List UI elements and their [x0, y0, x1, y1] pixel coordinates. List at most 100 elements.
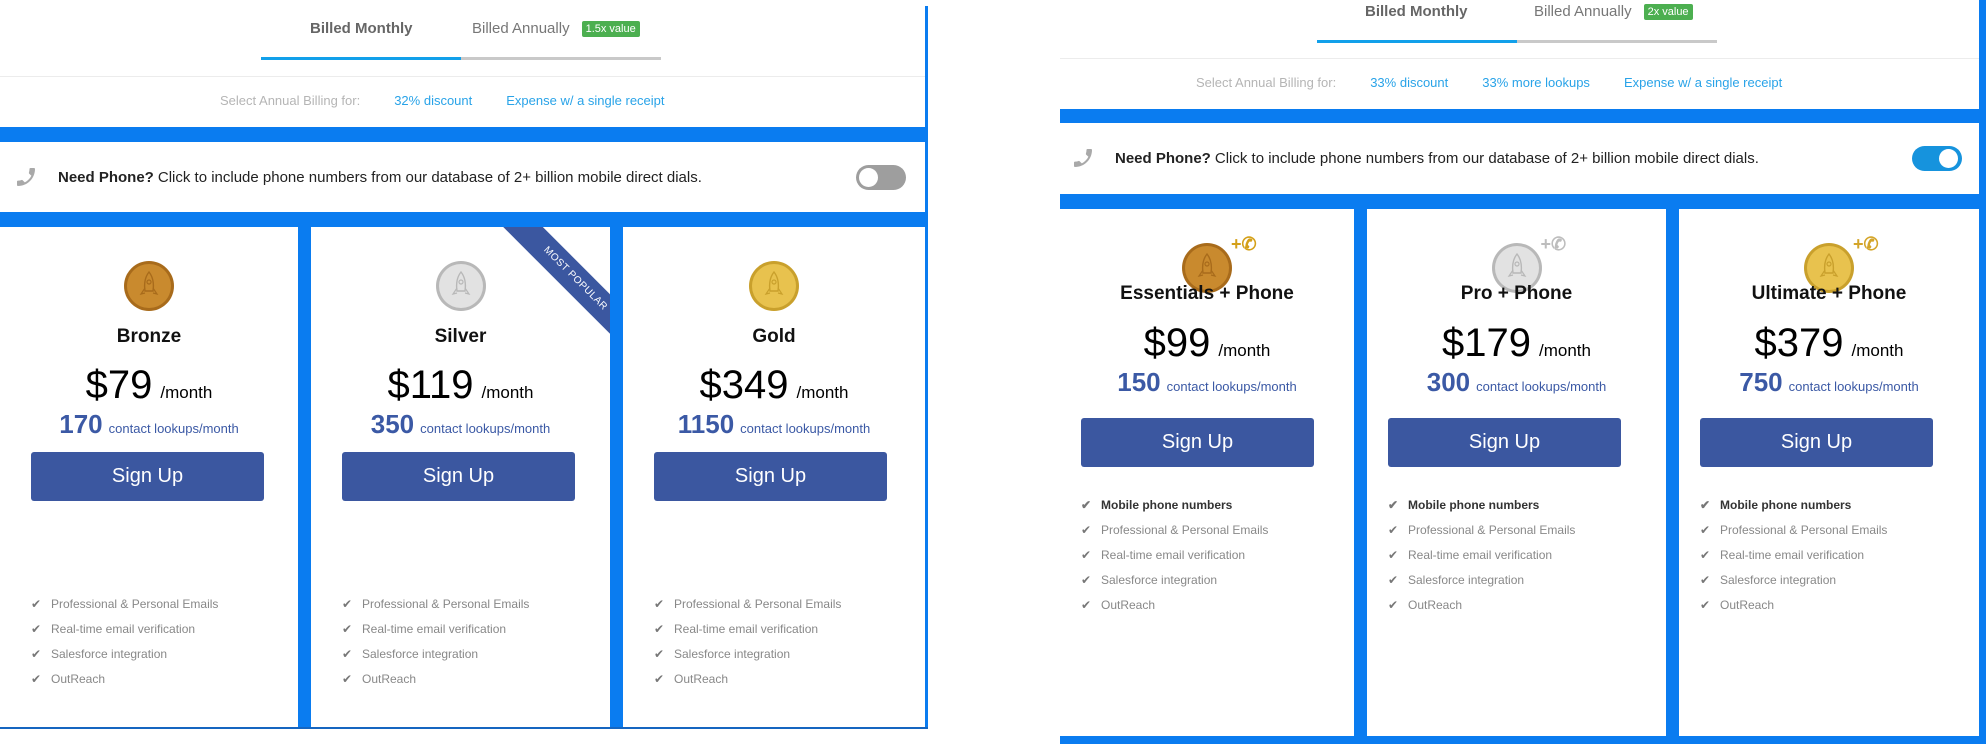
tab-billed-monthly[interactable]: Billed Monthly: [310, 20, 413, 37]
feature-label: Mobile phone numbers: [1720, 497, 1852, 512]
check-icon: ✔: [31, 621, 42, 636]
card-gap: [1666, 209, 1679, 744]
check-icon: ✔: [1388, 497, 1399, 512]
tab-billed-annually[interactable]: Billed Annually 1.5x value: [472, 20, 640, 37]
tab-underline-inactive: [1517, 40, 1717, 43]
link-more-lookups[interactable]: 33% more lookups: [1482, 75, 1590, 90]
feature-list: ✔ Professional & Personal Emails ✔ Real-tim…: [31, 591, 218, 691]
feature-item: ✔ Mobile phone numbers: [1081, 492, 1268, 517]
check-icon: ✔: [31, 596, 42, 611]
phone-icon: [17, 168, 35, 186]
plan-lookups: 750 contact lookups/month: [1679, 367, 1979, 398]
feature-label: OutReach: [51, 671, 106, 686]
feature-label: Professional & Personal Emails: [1408, 522, 1576, 537]
tab-billed-monthly[interactable]: Billed Monthly: [1365, 3, 1468, 20]
feature-item: ✔ OutReach: [31, 666, 218, 691]
feature-item: ✔ Salesforce integration: [1081, 567, 1268, 592]
feature-label: Real-time email verification: [362, 621, 507, 636]
feature-item: ✔ OutReach: [1081, 592, 1268, 617]
link-single-receipt[interactable]: Expense w/ a single receipt: [506, 93, 664, 108]
silver-coin-icon: [435, 261, 486, 311]
plan-name: Ultimate + Phone: [1751, 283, 1907, 304]
toggle-knob: [1939, 149, 1958, 168]
link-single-receipt[interactable]: Expense w/ a single receipt: [1624, 75, 1782, 90]
feature-list: ✔ Mobile phone numbers ✔ Professional & Per…: [1388, 492, 1575, 617]
feature-item: ✔ Real-time email verification: [1388, 542, 1575, 567]
sign-up-button[interactable]: Sign Up: [31, 452, 264, 501]
feature-label: Real-time email verification: [1720, 547, 1865, 562]
plan-price: $99/month: [1060, 321, 1354, 366]
toggle-knob: [859, 168, 878, 187]
band: [1060, 109, 1986, 123]
feature-label: OutReach: [1101, 597, 1156, 612]
need-phone-label: Need Phone?: [58, 168, 154, 186]
feature-list: ✔ Professional & Personal Emails ✔ Real-tim…: [342, 591, 529, 691]
feature-item: ✔ Professional & Personal Emails: [1700, 517, 1887, 542]
check-icon: ✔: [1081, 572, 1092, 587]
sign-up-button[interactable]: Sign Up: [1388, 418, 1621, 467]
price-amount: $79: [85, 363, 153, 407]
feature-label: Real-time email verification: [1101, 547, 1246, 562]
check-icon: ✔: [1081, 547, 1092, 562]
plan-lookups: 150 contact lookups/month: [1060, 367, 1354, 398]
band: [0, 212, 928, 227]
phone-toggle[interactable]: [856, 165, 906, 190]
check-icon: ✔: [1081, 522, 1092, 537]
price-amount: $179: [1442, 321, 1531, 365]
price-amount: $349: [699, 363, 789, 407]
plus-phone-icon: +✆: [1231, 234, 1257, 254]
feature-label: Real-time email verification: [1408, 547, 1553, 562]
feature-item: ✔ OutReach: [1388, 592, 1575, 617]
lookups-label: contact lookups/month: [1166, 379, 1297, 394]
feature-label: OutReach: [1720, 597, 1775, 612]
price-amount: $99: [1143, 321, 1211, 365]
feature-item: ✔ OutReach: [342, 666, 529, 691]
gold-coin-icon: [749, 261, 799, 311]
link-discount[interactable]: 33% discount: [1370, 75, 1448, 90]
check-icon: ✔: [1388, 522, 1399, 537]
tab-underline-active: [261, 57, 461, 60]
panel-edge: [925, 6, 928, 729]
feature-label: OutReach: [1408, 597, 1463, 612]
check-icon: ✔: [1388, 547, 1399, 562]
sign-up-button[interactable]: Sign Up: [342, 452, 575, 501]
feature-item: ✔ Salesforce integration: [1388, 567, 1575, 592]
plus-phone-icon: +✆: [1540, 234, 1567, 254]
lookups-count: 300: [1426, 367, 1471, 397]
feature-label: Professional & Personal Emails: [674, 596, 842, 611]
check-icon: ✔: [342, 621, 353, 636]
feature-item: ✔ Salesforce integration: [1700, 567, 1887, 592]
phone-toggle[interactable]: [1912, 146, 1962, 171]
plan-card-silver: Silver $119/month 350 contact lookups/month…: [311, 227, 610, 727]
plan-card-gold: Gold $349/month 1150 contact lookups/month S…: [623, 227, 925, 727]
tab-label: Billed Annually: [1534, 3, 1632, 20]
check-icon: ✔: [654, 646, 665, 661]
check-icon: ✔: [1700, 572, 1711, 587]
plan-name: Silver: [434, 326, 487, 347]
phone-option-row: Need Phone? Click to include phone numbe…: [0, 142, 925, 212]
tab-billed-annually[interactable]: Billed Annually 2x value: [1534, 3, 1693, 20]
card-gap: [1354, 209, 1367, 744]
check-icon: ✔: [1700, 522, 1711, 537]
sign-up-button[interactable]: Sign Up: [654, 452, 887, 501]
feature-label: OutReach: [674, 671, 729, 686]
card-gap: [610, 227, 623, 729]
value-badge: 2x value: [1643, 4, 1693, 20]
lookups-label: contact lookups/month: [108, 421, 239, 436]
feature-item: ✔ Salesforce integration: [342, 641, 529, 666]
sign-up-button[interactable]: Sign Up: [1081, 418, 1314, 467]
link-discount[interactable]: 32% discount: [394, 93, 472, 108]
feature-label: Mobile phone numbers: [1408, 497, 1540, 512]
feature-label: Salesforce integration: [51, 646, 168, 661]
band: [0, 127, 928, 142]
feature-item: ✔ Professional & Personal Emails: [654, 591, 841, 616]
feature-item: ✔ Real-time email verification: [342, 616, 529, 641]
plan-lookups: 1150 contact lookups/month: [623, 409, 925, 440]
check-icon: ✔: [31, 646, 42, 661]
divider: [0, 76, 925, 77]
check-icon: ✔: [654, 596, 665, 611]
feature-label: Real-time email verification: [51, 621, 196, 636]
plan-name: Bronze: [116, 326, 182, 347]
sign-up-button[interactable]: Sign Up: [1700, 418, 1933, 467]
feature-label: Salesforce integration: [1101, 572, 1218, 587]
